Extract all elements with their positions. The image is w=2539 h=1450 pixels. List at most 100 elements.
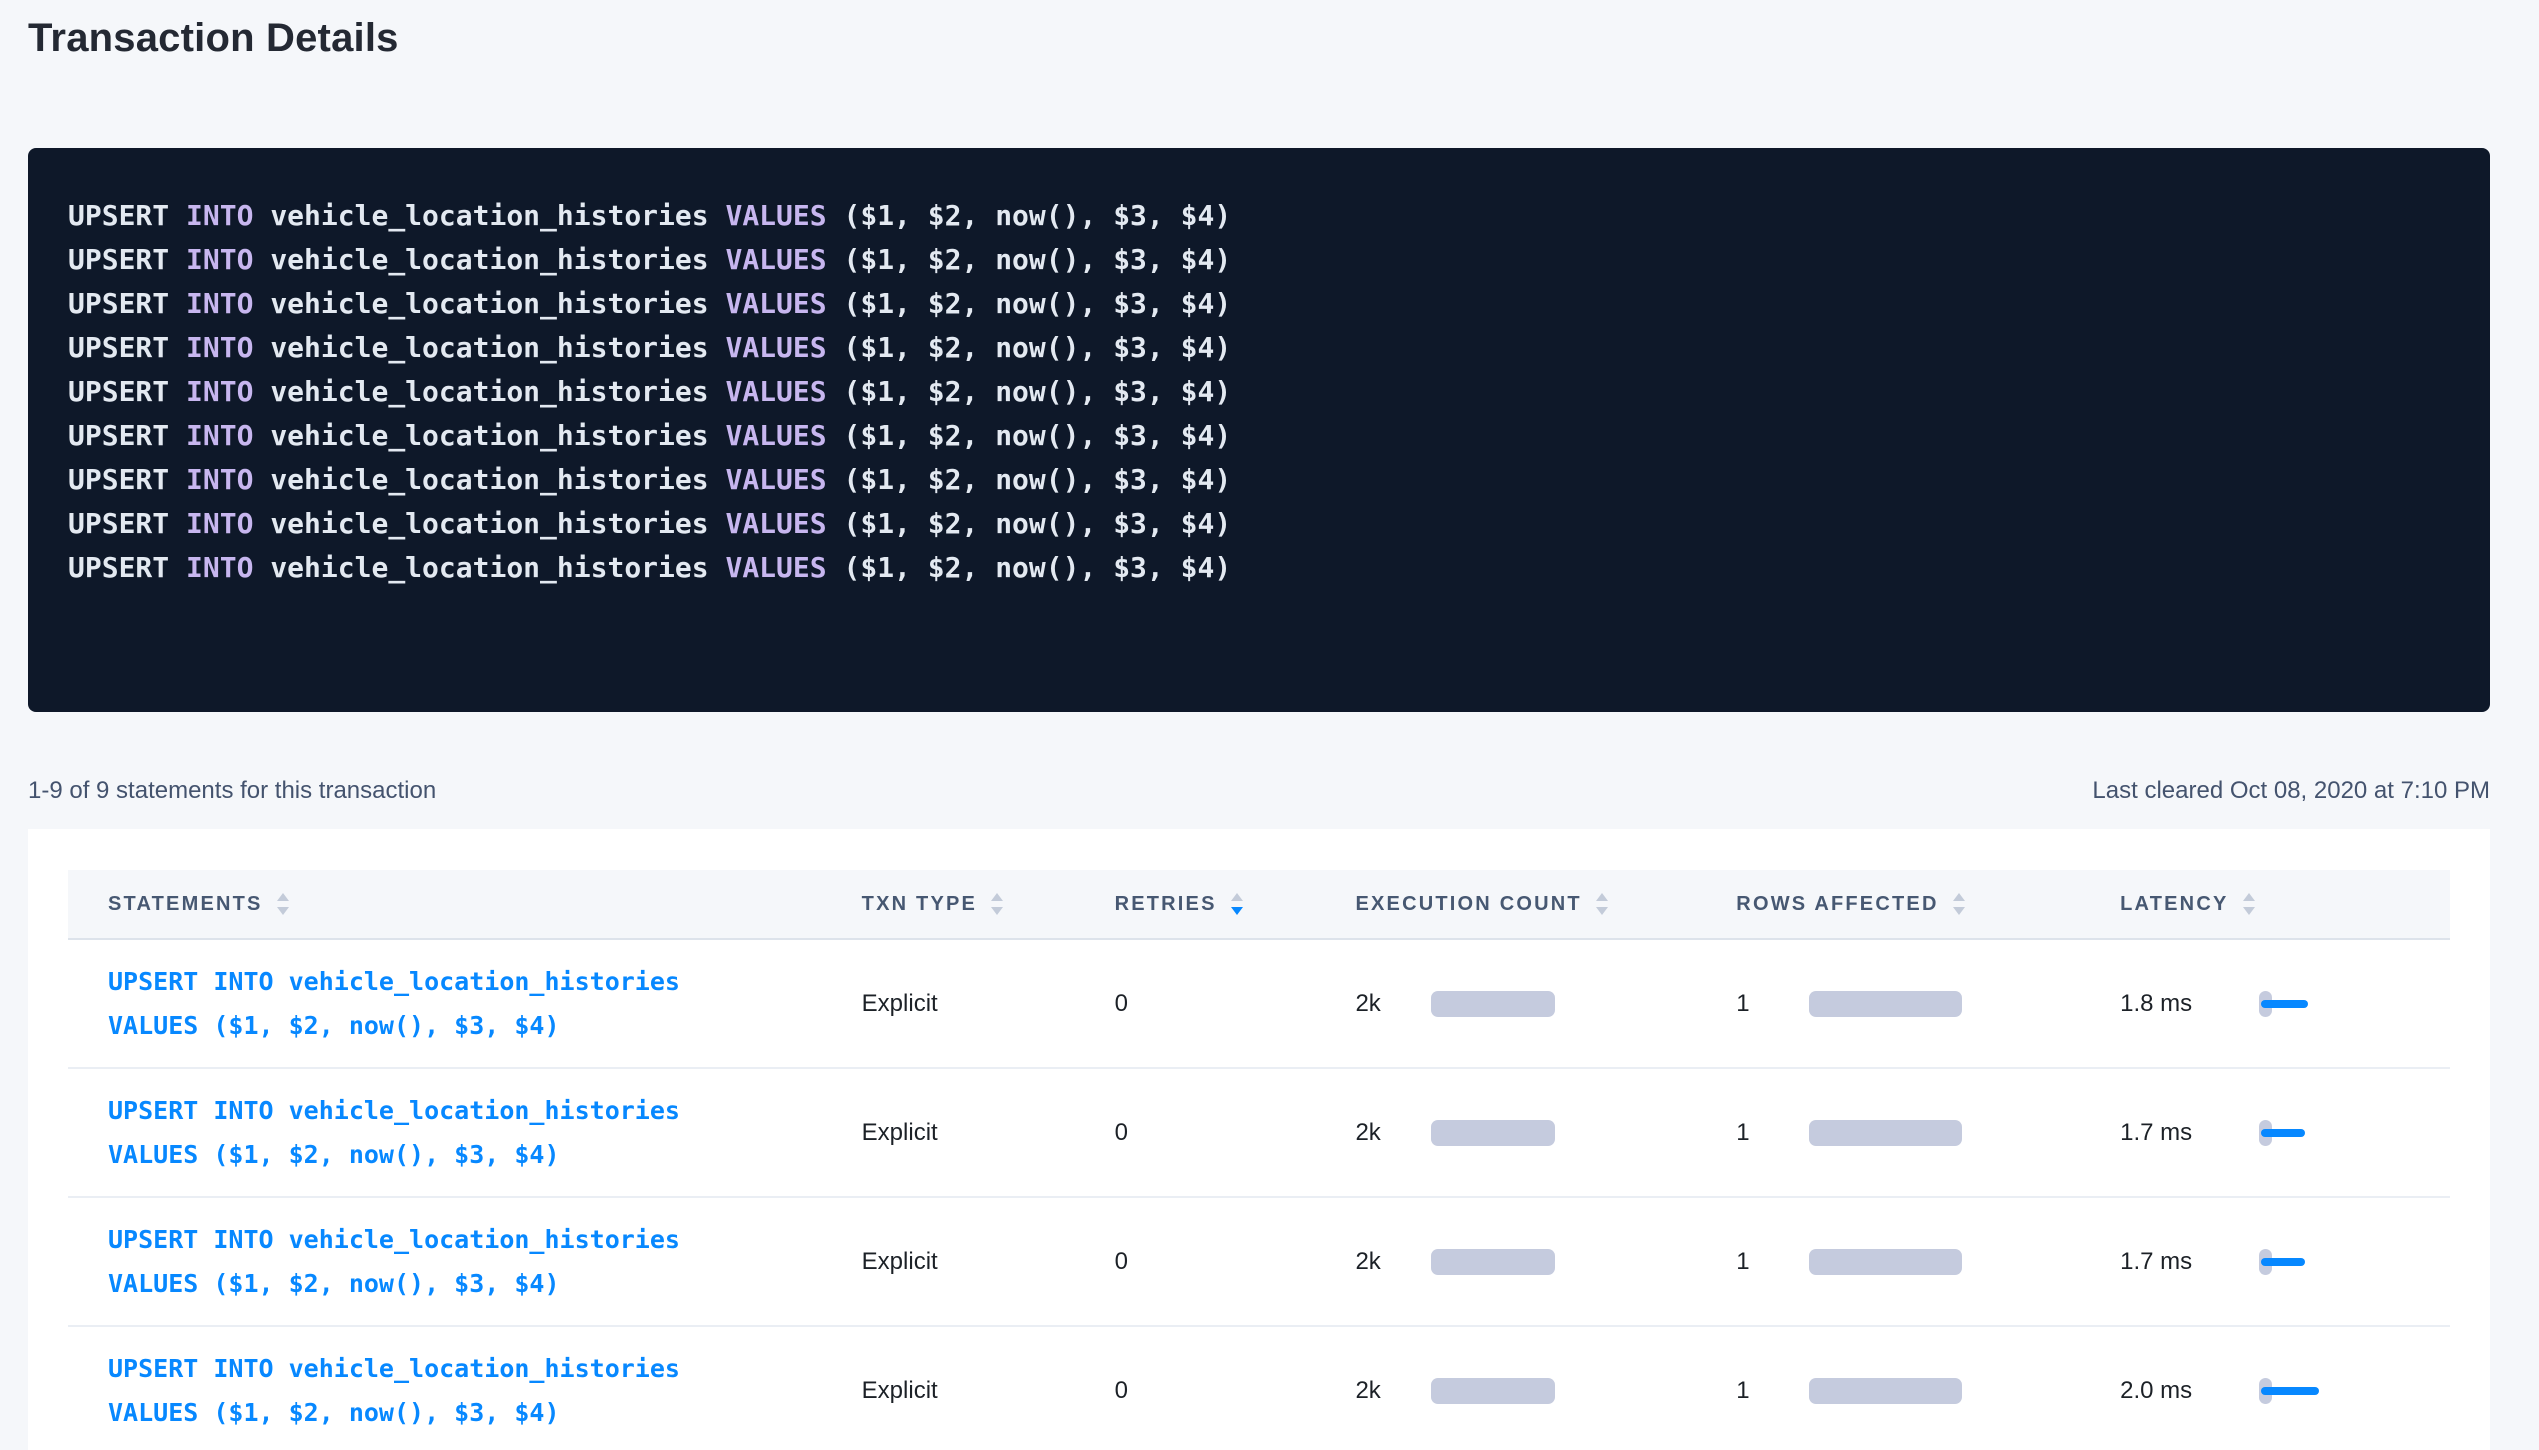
sort-icon[interactable] [1953,893,1965,915]
sort-desc-icon[interactable] [277,907,289,915]
column-header-label: ROWS AFFECTED [1736,893,1938,916]
sql-token-args: ($1, $2, now(), $3, $4) [843,375,1231,408]
latency-mean-bar [2261,1387,2319,1395]
sort-icon[interactable] [2243,893,2255,915]
sort-asc-icon[interactable] [277,893,289,901]
latency-mean-bar [2261,1258,2305,1266]
statement-link-line1[interactable]: UPSERT INTO vehicle_location_histories [108,1347,862,1391]
txn-type-cell: Explicit [862,1119,1115,1147]
rows-affected-value: 1 [1736,1119,1809,1147]
sql-keyword-values: VALUES [725,507,843,540]
sql-token-upsert: UPSERT [68,551,186,584]
statement-cell: UPSERT INTO vehicle_location_histories V… [68,1218,862,1306]
latency-bar-chart [2259,991,2329,1017]
statement-link-line2[interactable]: VALUES ($1, $2, now(), $3, $4) [108,1133,862,1177]
sql-keyword-values: VALUES [725,419,843,452]
sql-keyword-into: INTO [186,199,270,232]
column-header-statements[interactable]: STATEMENTS [68,893,862,916]
retries-cell: 0 [1115,990,1356,1018]
sql-keyword-values: VALUES [725,551,843,584]
statement-link-line1[interactable]: UPSERT INTO vehicle_location_histories [108,960,862,1004]
sort-asc-icon[interactable] [1953,893,1965,901]
sql-token-table: vehicle_location_histories [270,375,725,408]
sql-token-upsert: UPSERT [68,331,186,364]
sql-statement-line: UPSERT INTO vehicle_location_histories V… [68,546,2450,590]
sort-desc-icon[interactable] [1596,907,1608,915]
sql-keyword-into: INTO [186,331,270,364]
sort-desc-icon[interactable] [2243,907,2255,915]
statements-count-text: 1-9 of 9 statements for this transaction [28,777,436,805]
sql-token-upsert: UPSERT [68,375,186,408]
statement-link-line1[interactable]: UPSERT INTO vehicle_location_histories [108,1218,862,1262]
page-title: Transaction Details [28,0,2490,61]
sql-token-upsert: UPSERT [68,243,186,276]
sql-token-table: vehicle_location_histories [270,507,725,540]
retries-cell: 0 [1115,1248,1356,1276]
sort-desc-icon[interactable] [991,907,1003,915]
latency-value: 1.7 ms [2120,1119,2259,1147]
sql-token-args: ($1, $2, now(), $3, $4) [843,551,1231,584]
execution-count-cell: 2k [1355,1119,1736,1147]
column-header-latency[interactable]: LATENCY [2120,893,2450,916]
sort-icon[interactable] [991,893,1003,915]
sql-keyword-into: INTO [186,463,270,496]
sql-statement-line: UPSERT INTO vehicle_location_histories V… [68,238,2450,282]
sql-token-args: ($1, $2, now(), $3, $4) [843,463,1231,496]
sql-token-upsert: UPSERT [68,199,186,232]
sql-statement-line: UPSERT INTO vehicle_location_histories V… [68,502,2450,546]
sql-token-args: ($1, $2, now(), $3, $4) [843,199,1231,232]
column-header-execution-count[interactable]: EXECUTION COUNT [1355,893,1736,916]
column-header-label: LATENCY [2120,893,2228,916]
column-header-txn-type[interactable]: TXN TYPE [862,893,1115,916]
sql-statement-line: UPSERT INTO vehicle_location_histories V… [68,458,2450,502]
statement-row: UPSERT INTO vehicle_location_histories V… [68,1198,2450,1327]
statement-row: UPSERT INTO vehicle_location_histories V… [68,1069,2450,1198]
sort-desc-icon-active[interactable] [1231,907,1243,915]
latency-value: 2.0 ms [2120,1377,2259,1405]
sql-token-table: vehicle_location_histories [270,419,725,452]
column-header-rows-affected[interactable]: ROWS AFFECTED [1736,893,2120,916]
sql-keyword-values: VALUES [725,375,843,408]
sort-icon[interactable] [1596,893,1608,915]
column-header-label: EXECUTION COUNT [1355,893,1581,916]
latency-cell: 2.0 ms [2120,1377,2450,1405]
latency-bar-chart [2259,1120,2329,1146]
statement-link-line2[interactable]: VALUES ($1, $2, now(), $3, $4) [108,1391,862,1435]
sql-token-args: ($1, $2, now(), $3, $4) [843,331,1231,364]
latency-cell: 1.8 ms [2120,990,2450,1018]
sql-token-table: vehicle_location_histories [270,551,725,584]
sql-keyword-into: INTO [186,507,270,540]
sort-asc-icon[interactable] [991,893,1003,901]
sql-token-upsert: UPSERT [68,463,186,496]
statement-link-line2[interactable]: VALUES ($1, $2, now(), $3, $4) [108,1004,862,1048]
statement-link-line2[interactable]: VALUES ($1, $2, now(), $3, $4) [108,1262,862,1306]
sort-icon[interactable] [1231,893,1243,915]
sort-desc-icon[interactable] [1953,907,1965,915]
sql-statement-line: UPSERT INTO vehicle_location_histories V… [68,370,2450,414]
sql-keyword-values: VALUES [725,199,843,232]
execution-count-value: 2k [1355,1119,1431,1147]
execution-count-cell: 2k [1355,1248,1736,1276]
sort-icon[interactable] [277,893,289,915]
sql-keyword-into: INTO [186,551,270,584]
rows-affected-cell: 1 [1736,1377,2120,1405]
retries-cell: 0 [1115,1377,1356,1405]
sql-keyword-values: VALUES [725,243,843,276]
execution-count-bar [1431,1378,1555,1404]
rows-affected-bar [1809,991,1962,1017]
sort-asc-icon[interactable] [1231,893,1243,901]
sql-token-table: vehicle_location_histories [270,287,725,320]
transaction-details-page: Transaction Details UPSERT INTO vehicle_… [28,0,2490,1450]
sql-token-args: ($1, $2, now(), $3, $4) [843,287,1231,320]
rows-affected-value: 1 [1736,990,1809,1018]
txn-type-cell: Explicit [862,1248,1115,1276]
sort-asc-icon[interactable] [2243,893,2255,901]
sql-keyword-values: VALUES [725,287,843,320]
column-header-retries[interactable]: RETRIES [1115,893,1356,916]
statement-row: UPSERT INTO vehicle_location_histories V… [68,1327,2450,1450]
sql-token-upsert: UPSERT [68,287,186,320]
statement-link-line1[interactable]: UPSERT INTO vehicle_location_histories [108,1089,862,1133]
sql-token-table: vehicle_location_histories [270,331,725,364]
sort-asc-icon[interactable] [1596,893,1608,901]
rows-affected-cell: 1 [1736,990,2120,1018]
